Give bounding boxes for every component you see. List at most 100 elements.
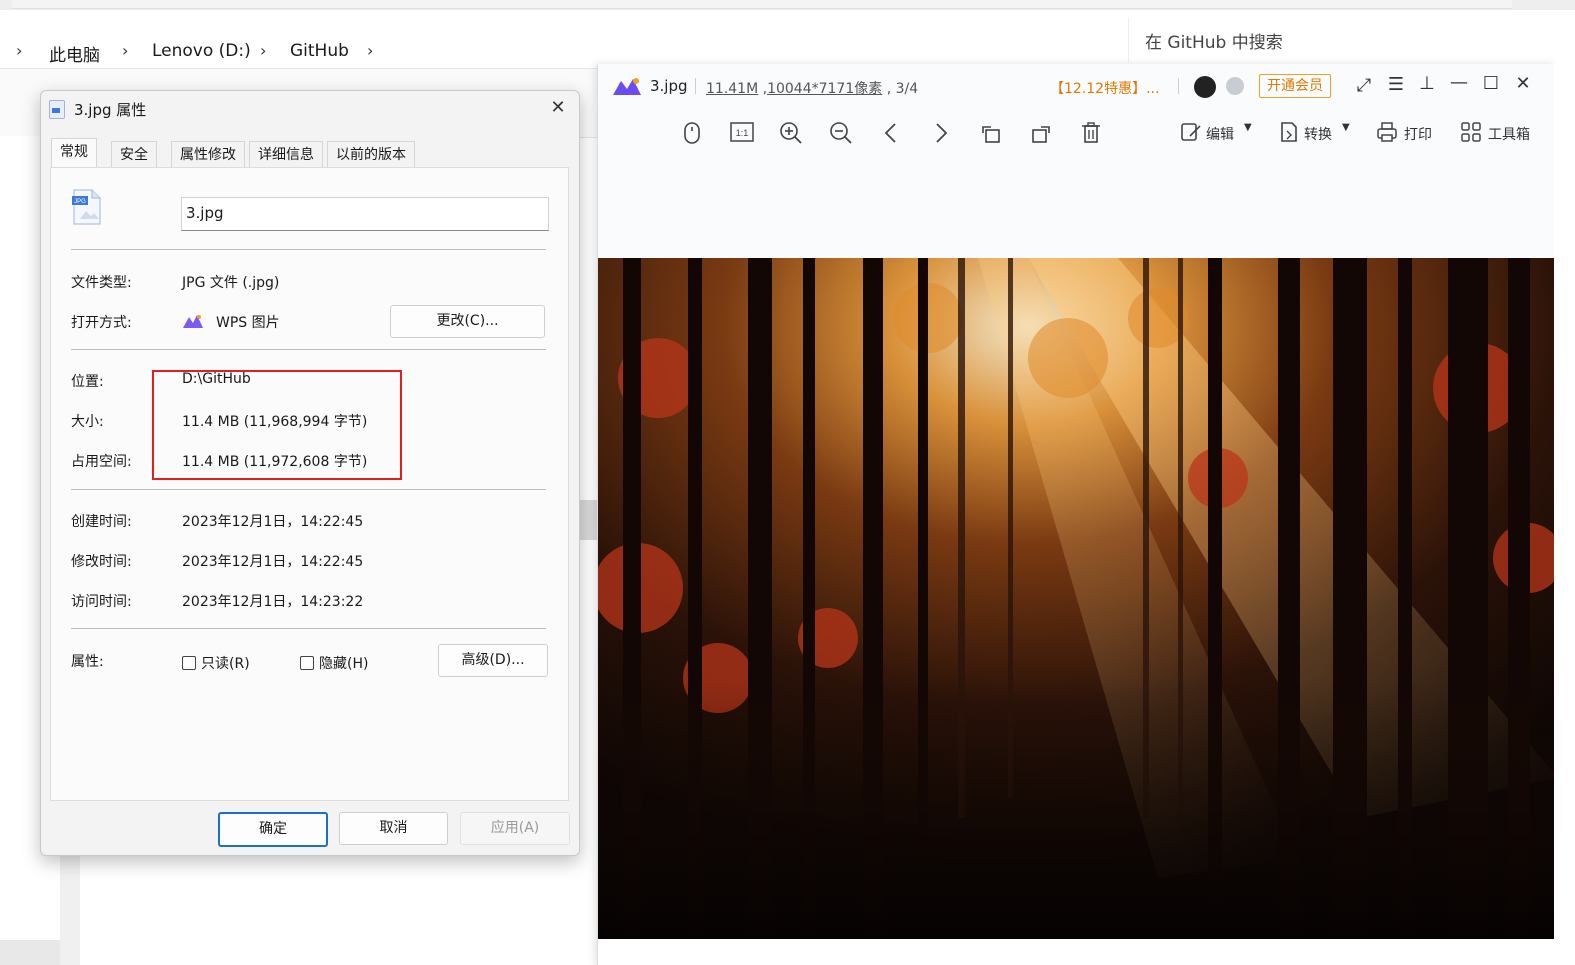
cloud-sync-icon[interactable]	[1226, 77, 1244, 95]
created-value: 2023年12月1日，14:22:45	[182, 514, 364, 530]
accessed-value: 2023年12月1日，14:23:22	[182, 594, 364, 610]
mouse-mode-icon[interactable]	[679, 121, 705, 147]
tab-details[interactable]: 详细信息	[249, 141, 323, 168]
cancel-button[interactable]: 取消	[339, 812, 448, 845]
file-type-label: 文件类型:	[71, 275, 132, 291]
general-panel	[50, 167, 569, 801]
minimize-icon[interactable]: —	[1446, 72, 1472, 93]
dialog-title: 3.jpg 属性	[74, 101, 147, 119]
image-size[interactable]: 11.41M	[706, 81, 758, 97]
window-edge	[1554, 64, 1575, 965]
disk-size-label: 占用空间:	[71, 454, 132, 470]
hidden-checkbox[interactable]	[300, 656, 314, 670]
image-viewer-window: 3.jpg 11.41M ,10044*7171像素 , 3/4 【12.12特…	[597, 64, 1555, 965]
open-with-label: 打开方式:	[71, 315, 132, 331]
size-label: 大小:	[71, 414, 104, 430]
breadcrumb: › 此电脑 › Lenovo (D:) › GitHub ›	[0, 14, 1118, 66]
hidden-label: 隐藏(H)	[319, 656, 369, 672]
filename-input[interactable]: 3.jpg	[181, 197, 549, 231]
edit-button-label[interactable]: 编辑	[1206, 124, 1234, 144]
convert-icon[interactable]	[1276, 121, 1302, 147]
forest-photo	[598, 258, 1554, 939]
zoom-in-icon[interactable]	[778, 121, 804, 147]
image-position: 3/4	[895, 81, 919, 97]
search-placeholder: 在 GitHub 中搜索	[1145, 33, 1283, 53]
maximize-icon[interactable]: ☐	[1478, 73, 1504, 94]
promo-link[interactable]: 【12.12特惠】...	[1050, 78, 1159, 98]
ok-button[interactable]: 确定	[218, 812, 328, 847]
actual-size-icon[interactable]: 1:1	[729, 121, 755, 147]
chevron-down-icon[interactable]: ▼	[1244, 122, 1252, 133]
delete-icon[interactable]	[1078, 121, 1104, 147]
modified-label: 修改时间:	[71, 554, 132, 570]
edit-icon[interactable]	[1178, 121, 1204, 147]
svg-text:1:1: 1:1	[736, 128, 749, 138]
modified-value: 2023年12月1日，14:22:45	[182, 554, 364, 570]
chevron-down-icon[interactable]: ▼	[1342, 122, 1350, 133]
avatar[interactable]	[1194, 76, 1216, 98]
highlight-annotation	[152, 370, 402, 480]
wps-picture-icon	[183, 315, 203, 328]
toolbox-icon[interactable]	[1458, 121, 1484, 147]
properties-dialog: 3.jpg 属性 ✕ 常规 安全 属性修改 详细信息 以前的版本 JPG 3.j…	[40, 90, 580, 856]
change-button[interactable]: 更改(C)...	[390, 305, 545, 338]
previous-icon[interactable]	[878, 121, 904, 147]
attributes-label: 属性:	[71, 654, 104, 670]
wps-picture-logo-icon	[613, 78, 641, 95]
filename-value: 3.jpg	[186, 204, 224, 222]
tab-attribute-edit[interactable]: 属性修改	[171, 141, 245, 168]
divider	[71, 628, 546, 629]
divider	[71, 489, 546, 490]
chevron-right-icon[interactable]: ›	[367, 41, 373, 60]
close-icon[interactable]: ✕	[1510, 73, 1536, 94]
advanced-button[interactable]: 高级(D)...	[438, 644, 548, 677]
created-label: 创建时间:	[71, 514, 132, 530]
search-input[interactable]: 在 GitHub 中搜索	[1128, 18, 1575, 62]
tab-security[interactable]: 安全	[111, 141, 157, 168]
menu-icon[interactable]: ☰	[1383, 74, 1409, 95]
breadcrumb-github[interactable]: GitHub	[290, 41, 349, 61]
viewer-filename: 3.jpg	[650, 77, 688, 95]
file-icon	[49, 100, 65, 119]
status-bar	[0, 940, 60, 965]
print-button-label[interactable]: 打印	[1404, 124, 1432, 144]
tab-general[interactable]: 常规	[51, 138, 97, 169]
viewer-titlebar: 3.jpg 11.41M ,10044*7171像素 , 3/4 【12.12特…	[598, 64, 1555, 108]
convert-button-label[interactable]: 转换	[1304, 124, 1332, 144]
image-info: 11.41M ,10044*7171像素 , 3/4	[706, 78, 918, 98]
vip-button[interactable]: 开通会员	[1259, 74, 1331, 98]
divider	[1178, 78, 1179, 94]
accessed-label: 访问时间:	[71, 594, 132, 610]
chevron-right-icon[interactable]: ›	[122, 41, 128, 60]
rotate-left-icon[interactable]	[978, 121, 1004, 147]
viewer-toolbar: 1:1 编辑 ▼ 转换 ▼ 打印 工具箱	[598, 108, 1555, 258]
divider	[71, 249, 546, 250]
divider	[695, 78, 696, 94]
open-with-value: WPS 图片	[216, 315, 280, 331]
pin-icon[interactable]: ⊥	[1414, 73, 1440, 94]
readonly-checkbox[interactable]	[182, 656, 196, 670]
chevron-right-icon[interactable]: ›	[16, 41, 22, 60]
zoom-out-icon[interactable]	[828, 121, 854, 147]
breadcrumb-drive[interactable]: Lenovo (D:)	[152, 41, 251, 61]
next-icon[interactable]	[928, 121, 954, 147]
rotate-right-icon[interactable]	[1028, 121, 1054, 147]
chevron-right-icon[interactable]: ›	[260, 41, 266, 60]
fullscreen-icon[interactable]: ⤢	[1351, 75, 1377, 96]
close-button[interactable]: ✕	[547, 97, 569, 119]
toolbox-button-label[interactable]: 工具箱	[1488, 124, 1530, 144]
breadcrumb-this-pc[interactable]: 此电脑	[49, 41, 100, 66]
file-type-value: JPG 文件 (.jpg)	[182, 275, 280, 291]
scrollbar-thumb[interactable]	[580, 500, 598, 540]
jpg-file-icon: JPG	[72, 189, 101, 225]
explorer-nav-pane	[0, 136, 40, 936]
apply-button[interactable]: 应用(A)	[460, 812, 570, 845]
tab-previous-versions[interactable]: 以前的版本	[327, 141, 415, 168]
divider	[71, 349, 546, 350]
meta-separator: ,	[758, 81, 768, 97]
file-icon-label: JPG	[74, 199, 86, 205]
image-dimensions[interactable]: 10044*7171像素	[767, 81, 882, 97]
scrollbar[interactable]	[60, 850, 80, 965]
explorer-titlebar	[0, 0, 1575, 10]
print-icon[interactable]	[1374, 121, 1400, 147]
